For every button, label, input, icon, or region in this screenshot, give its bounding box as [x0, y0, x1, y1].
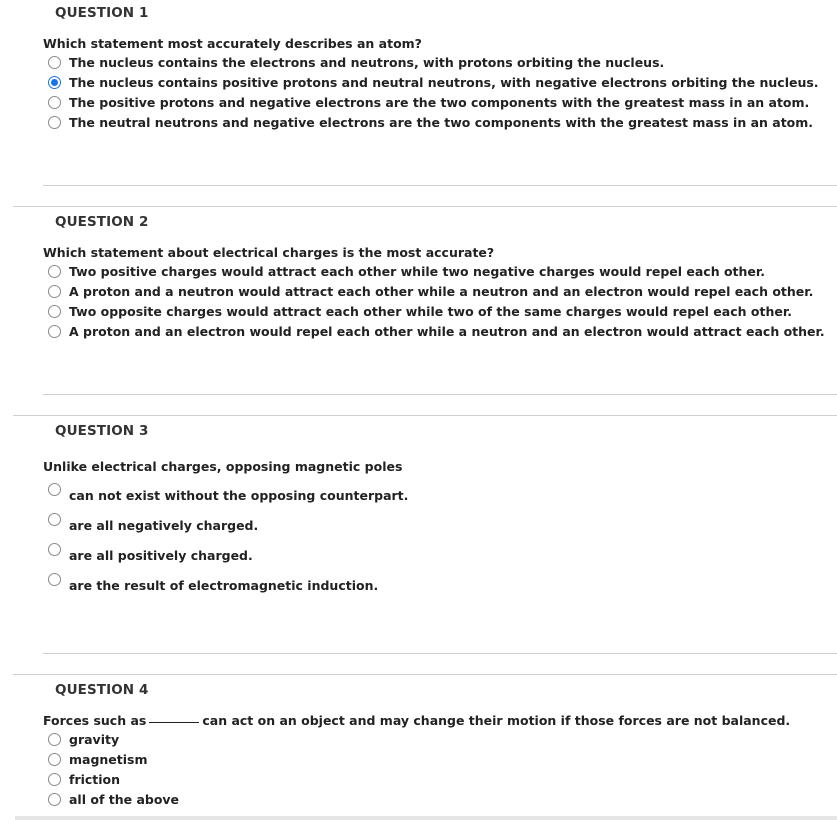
- question-prompt: Unlike electrical charges, opposing magn…: [43, 459, 403, 474]
- radio-button[interactable]: [48, 572, 61, 586]
- option-label[interactable]: The positive protons and negative electr…: [69, 95, 809, 110]
- answer-option[interactable]: The nucleus contains positive protons an…: [48, 72, 819, 92]
- answer-option[interactable]: can not exist without the opposing count…: [48, 482, 408, 505]
- option-label[interactable]: A proton and a neutron would attract eac…: [69, 284, 813, 299]
- answer-option[interactable]: Two positive charges would attract each …: [48, 261, 765, 281]
- prompt-before-blank: Forces such as: [43, 713, 147, 728]
- question-title: QUESTION 2: [55, 214, 149, 230]
- question-title: QUESTION 4: [55, 682, 149, 698]
- radio-button[interactable]: [48, 324, 61, 338]
- answer-option[interactable]: gravity: [48, 729, 119, 749]
- answer-option[interactable]: are all positively charged.: [48, 542, 253, 565]
- option-label[interactable]: are all negatively charged.: [69, 518, 258, 533]
- option-label[interactable]: The nucleus contains the electrons and n…: [69, 55, 664, 70]
- answer-option[interactable]: friction: [48, 769, 120, 789]
- divider: [13, 674, 837, 675]
- radio-button[interactable]: [48, 264, 61, 278]
- divider: [13, 415, 837, 416]
- radio-button[interactable]: [48, 512, 61, 526]
- option-label[interactable]: The nucleus contains positive protons an…: [69, 75, 819, 90]
- option-label[interactable]: Two opposite charges would attract each …: [69, 304, 792, 319]
- radio-button[interactable]: [48, 304, 61, 318]
- radio-button[interactable]: [48, 542, 61, 556]
- answer-option[interactable]: The positive protons and negative electr…: [48, 92, 809, 112]
- question-title: QUESTION 1: [55, 5, 149, 21]
- answer-option[interactable]: A proton and a neutron would attract eac…: [48, 281, 813, 301]
- radio-button[interactable]: [48, 772, 61, 786]
- radio-button[interactable]: [48, 732, 61, 746]
- option-label[interactable]: Two positive charges would attract each …: [69, 264, 765, 279]
- answer-option[interactable]: Two opposite charges would attract each …: [48, 301, 792, 321]
- answer-option[interactable]: magnetism: [48, 749, 148, 769]
- question-title: QUESTION 3: [55, 423, 149, 439]
- radio-button[interactable]: [48, 482, 61, 496]
- radio-button-selected[interactable]: [48, 75, 61, 89]
- option-label[interactable]: all of the above: [69, 792, 179, 807]
- option-label[interactable]: are all positively charged.: [69, 548, 253, 563]
- radio-button[interactable]: [48, 95, 61, 109]
- option-label[interactable]: A proton and an electron would repel eac…: [69, 324, 825, 339]
- answer-option[interactable]: all of the above: [48, 789, 179, 809]
- question-prompt: Which statement most accurately describe…: [43, 36, 422, 51]
- radio-button[interactable]: [48, 55, 61, 69]
- answer-option[interactable]: are the result of electromagnetic induct…: [48, 572, 378, 595]
- option-label[interactable]: The neutral neutrons and negative electr…: [69, 115, 813, 130]
- option-label[interactable]: friction: [69, 772, 120, 787]
- option-label[interactable]: can not exist without the opposing count…: [69, 488, 408, 503]
- answer-option[interactable]: A proton and an electron would repel eac…: [48, 321, 825, 341]
- option-label[interactable]: gravity: [69, 732, 119, 747]
- divider: [43, 185, 837, 186]
- prompt-after-blank: can act on an object and may change thei…: [202, 713, 791, 728]
- option-label[interactable]: are the result of electromagnetic induct…: [69, 578, 378, 593]
- radio-button[interactable]: [48, 792, 61, 806]
- divider: [43, 394, 837, 395]
- question-prompt: Forces such as can act on an object and m…: [43, 713, 790, 728]
- radio-button[interactable]: [48, 752, 61, 766]
- option-label[interactable]: magnetism: [69, 752, 148, 767]
- divider: [43, 653, 837, 654]
- radio-button[interactable]: [48, 284, 61, 298]
- answer-option[interactable]: are all negatively charged.: [48, 512, 258, 535]
- divider: [13, 206, 837, 207]
- question-prompt: Which statement about electrical charges…: [43, 245, 495, 260]
- fill-in-blank: [149, 722, 200, 723]
- bottom-shadow-bar: [15, 816, 837, 820]
- answer-option[interactable]: The nucleus contains the electrons and n…: [48, 52, 664, 72]
- radio-button[interactable]: [48, 115, 61, 129]
- answer-option[interactable]: The neutral neutrons and negative electr…: [48, 112, 813, 132]
